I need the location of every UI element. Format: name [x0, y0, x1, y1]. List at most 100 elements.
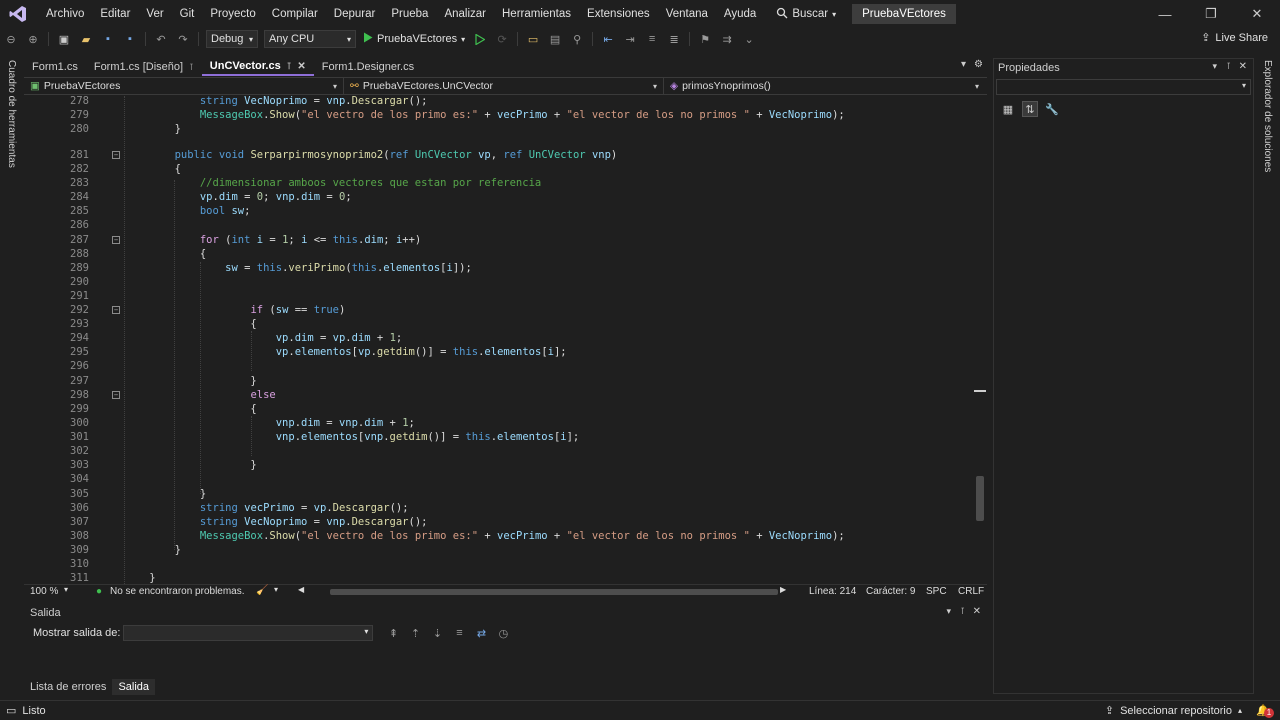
- class-dropdown[interactable]: ⚯ PruebaVEctores.UnCVector ▾: [344, 78, 664, 94]
- layout-icon[interactable]: ▤: [547, 31, 563, 47]
- code-line[interactable]: 279 MessageBox.Show("el vectro de los pr…: [24, 108, 974, 122]
- alphabetical-icon[interactable]: ⇅: [1022, 101, 1038, 117]
- visual-studio-logo-icon[interactable]: [8, 4, 28, 24]
- code-line[interactable]: 307 string VecNoprimo = vnp.Descargar();: [24, 515, 974, 529]
- menu-item-ventana[interactable]: Ventana: [658, 8, 716, 20]
- tab-error-list[interactable]: Lista de errores: [24, 681, 112, 693]
- output-source-select[interactable]: ▾: [123, 625, 374, 641]
- property-pages-icon[interactable]: 🔧: [1044, 101, 1060, 117]
- code-line[interactable]: 283 //dimensionar amboos vectores que es…: [24, 176, 974, 190]
- code-line[interactable]: 287 − for (int i = 1; i <= this.dim; i++): [24, 233, 974, 247]
- code-line[interactable]: 302: [24, 444, 974, 458]
- menu-item-ver[interactable]: Ver: [138, 8, 171, 20]
- configuration-select[interactable]: Debug ▾: [206, 30, 258, 48]
- live-share-button[interactable]: ⇪ Live Share: [1201, 31, 1268, 45]
- code-line[interactable]: 299 {: [24, 402, 974, 416]
- char-indicator[interactable]: Carácter: 9: [866, 586, 915, 597]
- code-line[interactable]: 304: [24, 472, 974, 486]
- code-line[interactable]: 297 }: [24, 374, 974, 388]
- line-ending-indicator[interactable]: CRLF: [958, 586, 984, 597]
- solution-explorer-side-tab[interactable]: Explorador de soluciones: [1262, 60, 1273, 172]
- code-line[interactable]: 286: [24, 218, 974, 232]
- scroll-right-icon[interactable]: ▶: [780, 585, 786, 594]
- save-all-icon[interactable]: ▪: [122, 31, 138, 47]
- collapse-icon[interactable]: −: [112, 391, 120, 399]
- project-name-badge[interactable]: PruebaVEctores: [852, 4, 956, 24]
- toolbar-options-icon[interactable]: ⌄: [741, 31, 757, 47]
- tab-output[interactable]: Salida: [112, 679, 156, 695]
- minimize-button[interactable]: —: [1142, 0, 1188, 28]
- categorized-icon[interactable]: ▦: [1000, 101, 1016, 117]
- panel-dropdown-icon[interactable]: ▾: [946, 606, 951, 617]
- code-line[interactable]: 310: [24, 557, 974, 571]
- notifications-button[interactable]: 🔔 1: [1256, 704, 1274, 718]
- code-line[interactable]: 300 vnp.dim = vnp.dim + 1;: [24, 416, 974, 430]
- close-icon[interactable]: ✕: [973, 606, 981, 617]
- scroll-left-icon[interactable]: ◀: [298, 585, 304, 594]
- code-line[interactable]: 282 {: [24, 162, 974, 176]
- pin-icon[interactable]: ⊺: [189, 62, 194, 73]
- problems-status[interactable]: No se encontraron problemas.: [110, 586, 245, 597]
- code-line[interactable]: 295 vp.elementos[vp.getdim()] = this.ele…: [24, 345, 974, 359]
- search-box[interactable]: Buscar ▾: [776, 7, 836, 22]
- tab-form1-cs[interactable]: Form1.cs: [24, 58, 86, 76]
- tab-form1-designer-cs[interactable]: Form1.Designer.cs: [314, 58, 422, 76]
- member-dropdown[interactable]: ◈ primosYnoprimos() ▾: [664, 78, 985, 94]
- code-line[interactable]: 309 }: [24, 543, 974, 557]
- code-line[interactable]: 311 }: [24, 571, 974, 584]
- indent-icon[interactable]: ⇥: [622, 31, 638, 47]
- prev-message-icon[interactable]: ⇡: [407, 625, 423, 641]
- hot-reload-icon[interactable]: ⟳: [494, 31, 510, 47]
- code-line[interactable]: 281 − public void Serparpirmosynoprimo2(r…: [24, 148, 974, 162]
- restore-button[interactable]: ❐: [1188, 0, 1234, 28]
- tab-form1-design[interactable]: Form1.cs [Diseño] ⊺: [86, 58, 202, 76]
- code-line[interactable]: 278 string VecNoprimo = vnp.Descargar();: [24, 96, 974, 108]
- new-item-icon[interactable]: ▣: [56, 31, 72, 47]
- code-line[interactable]: 298 − else: [24, 388, 974, 402]
- zoom-level[interactable]: 100 %: [30, 586, 58, 597]
- code-line[interactable]: 280 }: [24, 122, 974, 136]
- menu-item-herramientas[interactable]: Herramientas: [494, 8, 579, 20]
- menu-item-depurar[interactable]: Depurar: [326, 8, 384, 20]
- pin-icon[interactable]: ⊺: [287, 61, 292, 72]
- word-wrap-icon[interactable]: ⇄: [473, 625, 489, 641]
- menu-item-editar[interactable]: Editar: [92, 8, 138, 20]
- code-editor[interactable]: 278 string VecNoprimo = vnp.Descargar();…: [24, 96, 987, 584]
- close-icon[interactable]: ✕: [297, 61, 305, 72]
- close-icon[interactable]: ✕: [1239, 61, 1247, 72]
- code-line[interactable]: 305 }: [24, 487, 974, 501]
- redo-icon[interactable]: ↷: [175, 31, 191, 47]
- collapse-icon[interactable]: −: [112, 306, 120, 314]
- menu-item-prueba[interactable]: Prueba: [383, 8, 436, 20]
- menu-item-ayuda[interactable]: Ayuda: [716, 8, 764, 20]
- code-line[interactable]: 303 }: [24, 458, 974, 472]
- folder-icon[interactable]: ▭: [525, 31, 541, 47]
- back-icon[interactable]: ⊖: [3, 31, 19, 47]
- menu-item-proyecto[interactable]: Proyecto: [202, 8, 263, 20]
- output-text-area[interactable]: [26, 646, 985, 676]
- code-line[interactable]: 306 string vecPrimo = vp.Descargar();: [24, 501, 974, 515]
- start-without-debugging-icon[interactable]: [472, 31, 488, 47]
- start-debugging-button[interactable]: PruebaVEctores ▾: [363, 32, 465, 46]
- filter-icon[interactable]: ⚲: [569, 31, 585, 47]
- align-icon[interactable]: ⇤: [600, 31, 616, 47]
- platform-select[interactable]: Any CPU ▾: [264, 30, 356, 48]
- collapse-icon[interactable]: −: [112, 236, 120, 244]
- close-window-button[interactable]: ✕: [1234, 0, 1280, 28]
- line-indicator[interactable]: Línea: 214: [809, 586, 856, 597]
- code-line[interactable]: 291: [24, 289, 974, 303]
- save-icon[interactable]: ▪: [100, 31, 116, 47]
- code-line[interactable]: 288 {: [24, 247, 974, 261]
- pin-icon[interactable]: ⊺: [960, 606, 965, 617]
- tab-list-dropdown-icon[interactable]: ▾: [961, 59, 966, 70]
- undo-icon[interactable]: ↶: [153, 31, 169, 47]
- uncomment-icon[interactable]: ≣: [666, 31, 682, 47]
- object-selector[interactable]: ▾: [996, 79, 1251, 95]
- code-line[interactable]: 308 MessageBox.Show("el vectro de los pr…: [24, 529, 974, 543]
- bookmark-nav-icon[interactable]: ⇉: [719, 31, 735, 47]
- panel-dropdown-icon[interactable]: ▾: [1212, 61, 1217, 72]
- chevron-down-icon[interactable]: ▾: [274, 585, 278, 594]
- bookmark-icon[interactable]: ⚑: [697, 31, 713, 47]
- menu-item-compilar[interactable]: Compilar: [264, 8, 326, 20]
- next-message-icon[interactable]: ⇣: [429, 625, 445, 641]
